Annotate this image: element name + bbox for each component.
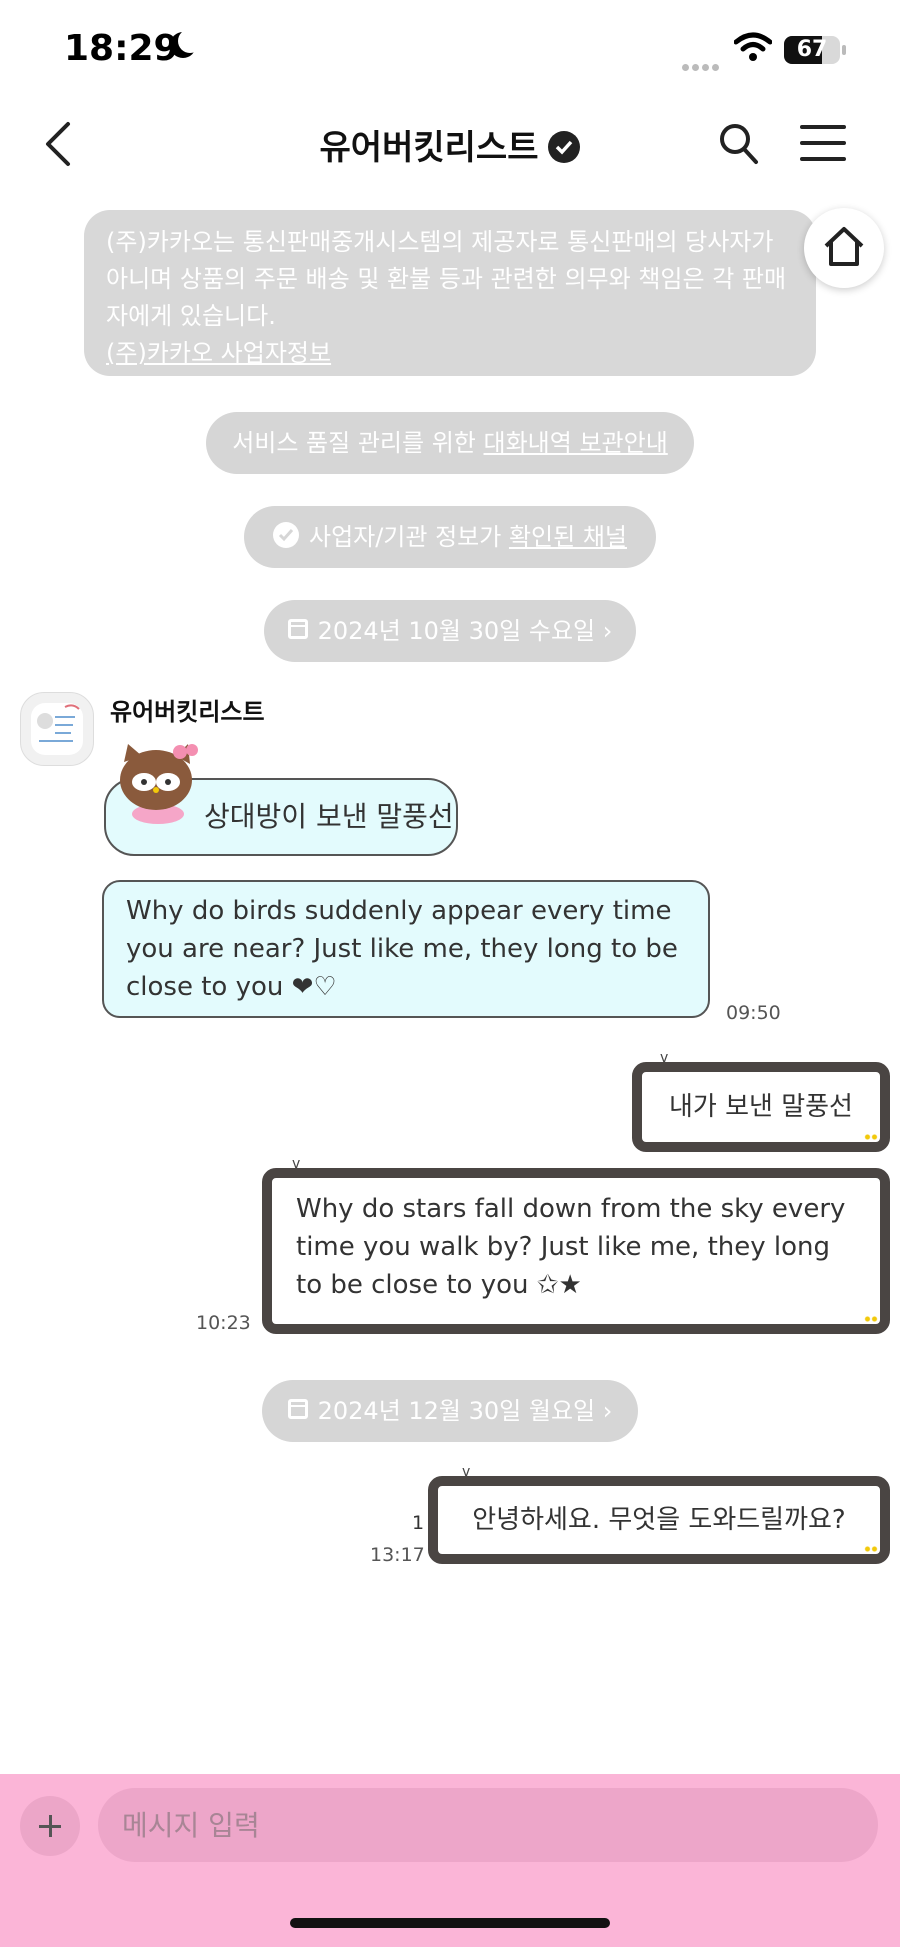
message-time: 13:17 [370,1544,425,1566]
home-icon [824,227,864,266]
outgoing-message[interactable]: 안녕하세요. 무엇을 도와드릴까요? [428,1476,890,1564]
message-time: 10:23 [196,1312,251,1334]
message-input[interactable] [98,1788,878,1862]
calendar-icon [287,619,308,639]
moon-icon [170,29,202,58]
calendar-icon [287,1399,308,1419]
outgoing-message[interactable]: Why do stars fall down from the sky ever… [262,1168,890,1334]
chevron-right-icon: › [595,1397,613,1425]
battery-tip [842,45,846,55]
verified-notice: 사업자/기관 정보가 확인된 채널 [244,506,656,568]
service-notice-text: 서비스 품질 관리를 위한 [232,429,484,457]
channel-name: 유어버킷리스트 [319,128,539,168]
date-divider[interactable]: 2024년 12월 30일 월요일 › [262,1380,638,1442]
message-time: 09:50 [726,1002,781,1024]
chevron-right-icon: › [595,617,613,645]
avatar[interactable] [20,692,94,766]
notice-text: (주)카카오는 통신판매중개시스템의 제공자로 통신판매의 당사자가 아니며 상… [106,228,787,330]
kitty-sticker-icon [120,744,198,824]
signal-icon [682,56,722,75]
status-time: 18:29 [64,28,179,69]
date-text: 2024년 12월 30일 월요일 [317,1397,596,1425]
date-divider[interactable]: 2024년 10월 30일 수요일 › [264,600,636,662]
service-notice: 서비스 품질 관리를 위한 대화내역 보관안내 [206,412,694,474]
home-button[interactable] [804,208,884,288]
sender-name: 유어버킷리스트 [110,698,265,726]
battery-icon: 67 [784,36,840,64]
chat-title: 유어버킷리스트 [0,120,900,169]
verified-channel-link[interactable]: 확인된 채널 [509,523,627,551]
check-icon [272,522,299,548]
battery-level: 67 [796,37,828,62]
verified-notice-text: 사업자/기관 정보가 [308,523,509,551]
date-text: 2024년 10월 30일 수요일 [317,617,596,645]
home-indicator[interactable] [290,1918,610,1928]
verified-icon [548,130,581,163]
menu-icon[interactable] [800,124,846,162]
search-icon[interactable] [718,122,760,166]
commerce-notice: (주)카카오는 통신판매중개시스템의 제공자로 통신판매의 당사자가 아니며 상… [84,210,816,376]
unread-count: 1 [412,1512,425,1534]
outgoing-message[interactable]: 내가 보낸 말풍선 [632,1062,890,1152]
business-info-link[interactable]: (주)카카오 사업자정보 [106,335,794,372]
chat-archive-link[interactable]: 대화내역 보관안내 [484,429,668,457]
plus-icon[interactable] [20,1796,80,1856]
wifi-icon [734,32,772,61]
incoming-message[interactable]: Why do birds suddenly appear every time … [102,880,710,1018]
